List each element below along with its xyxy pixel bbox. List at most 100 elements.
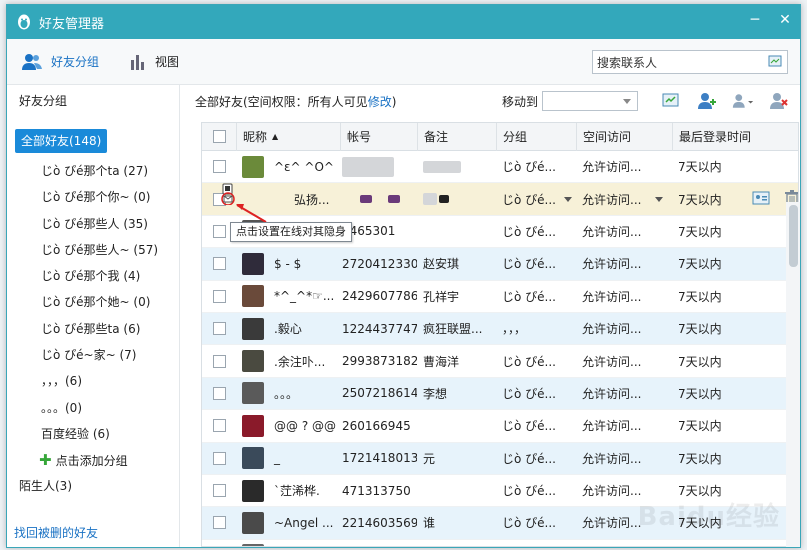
space-access-cell: 允许访问... [576, 158, 672, 175]
row-checkbox[interactable] [212, 386, 226, 400]
row-checkbox-cell [202, 354, 236, 368]
space-access: 允许访问... [582, 289, 642, 304]
column-header-space-access[interactable]: 空间访问 [576, 123, 672, 151]
account-cell: 2720412330 [340, 257, 417, 271]
sidebar-group-item[interactable]: じò ぴé那个她~ (0) [7, 289, 179, 315]
space-access-cell: 允许访问... [576, 450, 672, 467]
avatar[interactable] [242, 252, 264, 275]
sidebar-group-item[interactable]: じò ぴé那个我 (4) [7, 263, 179, 289]
add-group-button[interactable]: ✚ 点击添加分组 [7, 447, 179, 473]
table-row[interactable]: $ - $ 2720412330 赵安琪 じò ぴé... 允许访问... 7天以内 [202, 248, 798, 281]
close-icon[interactable]: ✕ [770, 5, 800, 35]
minimize-icon[interactable]: ─ [740, 5, 770, 35]
table-row[interactable]: 弘扬... じò ぴé... 允许访问... 7天以内 [202, 183, 798, 216]
remark-cell: 李想 [417, 385, 496, 402]
account: 2214603569 [342, 515, 417, 530]
contact-card-icon[interactable] [752, 190, 770, 209]
scrollbar-thumb[interactable] [789, 205, 798, 267]
last-login: 7天以内 [678, 224, 722, 239]
chevron-down-icon[interactable] [563, 196, 572, 202]
export-icon[interactable] [660, 91, 682, 111]
table-row[interactable]: *^_^*☞... 2429607786 孔祥宇 じò ぴé... 允许访问... 7天以… [202, 281, 798, 313]
avatar[interactable] [242, 544, 264, 546]
sidebar-group-item[interactable]: じò ぴé那个你~ (0) [7, 184, 179, 210]
row-checkbox[interactable] [212, 516, 226, 530]
account-cell: 471313750 [340, 484, 417, 498]
delete-friend-icon[interactable] [768, 91, 790, 111]
last-login: 7天以内 [678, 419, 722, 434]
chevron-down-icon[interactable] [655, 196, 664, 202]
move-to-select[interactable] [542, 91, 639, 111]
sidebar-group-item[interactable]: じò ぴé~家~ (7) [7, 342, 179, 368]
move-to-label: 移动到 [502, 94, 539, 109]
recover-deleted-friends-link[interactable]: 找回被删的好友 [14, 524, 98, 541]
sidebar-group-item[interactable]: 。。。(0) [7, 395, 179, 421]
last-login-cell: 7天以内 [672, 288, 792, 305]
avatar[interactable] [242, 414, 264, 437]
avatar[interactable] [242, 511, 264, 534]
column-header-account[interactable]: 帐号 [340, 123, 417, 151]
table-row[interactable] [202, 540, 798, 546]
column-header-group[interactable]: 分组 [496, 123, 576, 151]
table-body: ^ε^ ^O^ じò ぴé... 允许访问... 7天以内 弘扬... じò ぴé... 允… [202, 151, 798, 546]
column-header-last-login[interactable]: 最后登录时间 [672, 123, 792, 151]
row-checkbox[interactable] [212, 160, 226, 174]
nickname: 。。。 [274, 386, 299, 401]
tab-view[interactable]: 视图 [129, 53, 179, 71]
avatar[interactable] [242, 447, 264, 470]
qq-penguin-icon [18, 14, 30, 30]
blurred-remark [439, 195, 449, 204]
sidebar-group-item[interactable]: じò ぴé那个ta (27) [7, 158, 179, 184]
avatar[interactable] [242, 350, 264, 373]
group: じò ぴé... [502, 516, 556, 531]
title-bar[interactable]: 好友管理器 ─ ✕ [7, 5, 800, 39]
table-row[interactable]: ^ε^ ^O^ じò ぴé... 允许访问... 7天以内 [202, 151, 798, 184]
avatar[interactable] [242, 155, 264, 178]
sidebar-item-strangers[interactable]: 陌生人(3) [7, 473, 179, 499]
modify-permission-link[interactable]: 修改 [368, 95, 392, 109]
sidebar-group-item[interactable]: じò ぴé那些人~ (57) [7, 237, 179, 263]
row-checkbox[interactable] [212, 289, 226, 303]
table-row[interactable]: @@ ? @@ 260166945 じò ぴé... 允许访问... 7天以内 [202, 410, 798, 443]
remark: 谁 [423, 516, 436, 531]
group-cell: じò ぴé... [496, 514, 576, 531]
sidebar-group-item[interactable]: ，，，(6) [7, 368, 179, 394]
sidebar-item-all-friends[interactable]: 全部好友(148) [15, 129, 108, 153]
table-row[interactable]: _ 1721418013 元 じò ぴé... 允许访问... 7天以内 [202, 442, 798, 475]
row-checkbox-cell [202, 419, 236, 433]
sidebar-group-item[interactable]: じò ぴé那些ta (6) [7, 316, 179, 342]
avatar[interactable] [242, 317, 264, 340]
column-header-nickname[interactable]: 昵称 ▲ [236, 123, 340, 151]
sidebar-group-item[interactable]: 百度经验 (6) [7, 421, 179, 447]
sidebar-group-item[interactable]: じò ぴé那些人 (35) [7, 211, 179, 237]
table-row[interactable]: .余注卟... 2993873182 曹海洋 じò ぴé... 允许访问... 7天以内 [202, 345, 798, 378]
row-checkbox[interactable] [212, 419, 226, 433]
table-row[interactable]: .毅心 1224437747 疯狂联盟... ，，， 允许访问... 7天以内 [202, 312, 798, 346]
row-checkbox[interactable] [212, 354, 226, 368]
row-checkbox[interactable] [212, 257, 226, 271]
search-icon[interactable] [765, 51, 787, 73]
space-access-cell: 允许访问... [576, 385, 672, 402]
user-settings-dropdown-icon[interactable] [732, 91, 754, 111]
group-cell[interactable]: じò ぴé... [496, 191, 576, 208]
online-status-icon[interactable] [220, 183, 240, 205]
select-all-checkbox[interactable] [212, 130, 226, 143]
row-checkbox[interactable] [212, 451, 226, 465]
table-row[interactable]: 。。。 2507218614 李想 じò ぴé... 允许访问... 7天以内 [202, 377, 798, 411]
avatar[interactable] [242, 285, 264, 308]
row-checkbox[interactable] [212, 484, 226, 498]
avatar[interactable] [242, 479, 264, 502]
search-input[interactable]: 搜索联系人 [592, 50, 788, 74]
nickname-cell: ~Angel ... [236, 511, 340, 534]
group: じò ぴé... [502, 192, 556, 207]
remark: 赵安琪 [423, 257, 460, 272]
tab-friend-groups[interactable]: 好友分组 [21, 53, 99, 71]
last-login-cell: 7天以内 [672, 223, 792, 240]
row-checkbox[interactable] [212, 224, 226, 238]
add-friend-icon[interactable] [696, 91, 718, 111]
column-header-remark[interactable]: 备注 [417, 123, 496, 151]
avatar[interactable] [242, 382, 264, 405]
nickname: $ - $ [274, 256, 302, 271]
space-access-cell[interactable]: 允许访问... [576, 191, 672, 208]
row-checkbox[interactable] [212, 322, 226, 336]
